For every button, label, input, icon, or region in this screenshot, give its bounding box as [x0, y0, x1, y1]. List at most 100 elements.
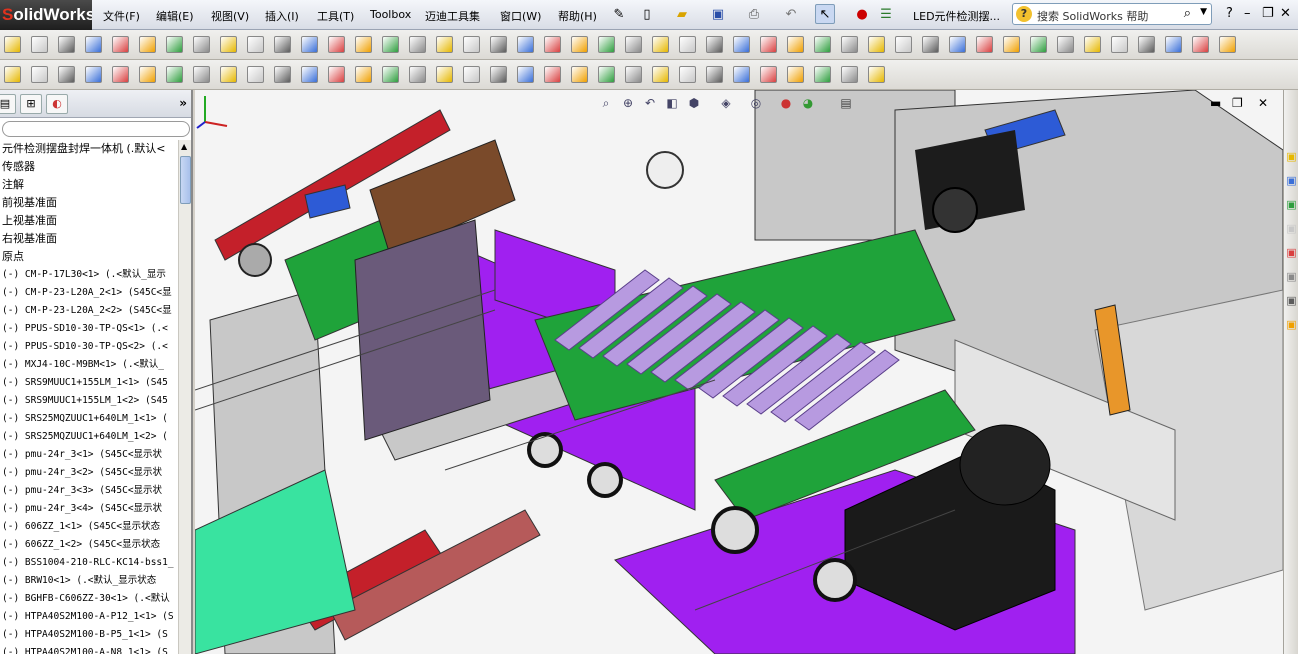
toolbar-command-icon[interactable] — [598, 36, 615, 53]
toolbar-command-icon[interactable] — [436, 36, 453, 53]
solidworks-logo[interactable]: SolidWorks — [0, 0, 92, 30]
toolbar-command-icon[interactable] — [1165, 36, 1182, 53]
toolbar-command-icon[interactable] — [544, 66, 561, 83]
toolbar-command-icon[interactable] — [733, 36, 750, 53]
toolbar-command-icon[interactable] — [112, 66, 129, 83]
toolbar-command-icon[interactable] — [112, 36, 129, 53]
tree-item[interactable]: (-) CM-P-23-L20A_2<1> (S45C<显 — [0, 284, 178, 302]
section-view-icon[interactable]: ◧ — [664, 95, 680, 111]
help-search-box[interactable]: ? 搜索 SolidWorks 帮助 ⌕ ▼ — [1012, 3, 1212, 25]
tree-item[interactable]: (-) HTPA40S2M100-A-P12_1<1> (S — [0, 608, 178, 626]
toolbar-command-icon[interactable] — [1138, 36, 1155, 53]
toolbar-command-icon[interactable] — [706, 36, 723, 53]
zoom-area-icon[interactable]: ⊕ — [620, 95, 636, 111]
toolbar-command-icon[interactable] — [247, 36, 264, 53]
toolbar-command-icon[interactable] — [868, 36, 885, 53]
tree-item[interactable]: 注解 — [0, 176, 178, 194]
minimize-icon[interactable]: – — [1244, 6, 1251, 21]
home-icon[interactable]: ▣ — [1284, 150, 1298, 168]
hide-show-icon[interactable]: ◎ — [748, 95, 764, 111]
toolbar-command-icon[interactable] — [1219, 36, 1236, 53]
toolbar-command-icon[interactable] — [949, 36, 966, 53]
close-icon[interactable]: ✕ — [1280, 6, 1291, 21]
tree-scrollbar[interactable]: ▲ — [178, 140, 191, 654]
toolbar-command-icon[interactable] — [787, 36, 804, 53]
tab-feature-tree[interactable]: ▤ — [0, 94, 16, 114]
toolbar-command-icon[interactable] — [436, 66, 453, 83]
toolbar-command-icon[interactable] — [4, 36, 21, 53]
toolbar-command-icon[interactable] — [625, 66, 642, 83]
menu-help[interactable]: 帮助(H) — [558, 8, 597, 24]
tree-item[interactable]: 传感器 — [0, 158, 178, 176]
tree-item[interactable]: (-) 606ZZ_1<1> (S45C<显示状态 — [0, 518, 178, 536]
scroll-thumb[interactable] — [180, 156, 191, 204]
menu-edit[interactable]: 编辑(E) — [156, 8, 194, 24]
select-icon[interactable]: ↖ — [815, 4, 835, 24]
pin-icon[interactable]: ✎ — [609, 4, 629, 24]
toolbar-command-icon[interactable] — [382, 36, 399, 53]
tree-item[interactable]: (-) CM-P-17L30<1> (.<默认_显示 — [0, 266, 178, 284]
toolbar-command-icon[interactable] — [652, 36, 669, 53]
open-icon[interactable]: ▰ — [672, 4, 692, 24]
toolbar-command-icon[interactable] — [166, 66, 183, 83]
toolbar-command-icon[interactable] — [193, 66, 210, 83]
tab-configuration[interactable]: ⊞ — [20, 94, 42, 114]
tree-item[interactable]: 前视基准面 — [0, 194, 178, 212]
new-icon[interactable]: ▯ — [637, 4, 657, 24]
appearances-icon[interactable]: ▣ — [1284, 270, 1298, 288]
toolbar-command-icon[interactable] — [571, 66, 588, 83]
options-icon[interactable]: ☰ — [876, 4, 896, 24]
toolbar-command-icon[interactable] — [544, 36, 561, 53]
file-explorer-icon[interactable]: ▣ — [1284, 222, 1298, 240]
tree-item[interactable]: (-) BGHFB-C606ZZ-30<1> (.<默认 — [0, 590, 178, 608]
toolbar-command-icon[interactable] — [706, 66, 723, 83]
view-palette-icon[interactable]: ▣ — [1284, 246, 1298, 264]
tree-item[interactable]: (-) CM-P-23-L20A_2<2> (S45C<显 — [0, 302, 178, 320]
toolbar-command-icon[interactable] — [490, 36, 507, 53]
appearance-icon[interactable]: ● — [778, 95, 794, 111]
toolbar-command-icon[interactable] — [301, 36, 318, 53]
resources-icon[interactable]: ▣ — [1284, 174, 1298, 192]
tree-item[interactable]: (-) PPUS-SD10-30-TP-QS<1> (.< — [0, 320, 178, 338]
toolbar-command-icon[interactable] — [274, 66, 291, 83]
tree-item[interactable]: (-) SRS25MQZUUC1+640LM_1<1> ( — [0, 410, 178, 428]
scene-icon[interactable]: ◕ — [800, 95, 816, 111]
zoom-to-fit-icon[interactable]: ⌕ — [598, 95, 614, 111]
toolbar-command-icon[interactable] — [679, 66, 696, 83]
toolbar-command-icon[interactable] — [490, 66, 507, 83]
toolbar-command-icon[interactable] — [220, 66, 237, 83]
toolbar-command-icon[interactable] — [1003, 36, 1020, 53]
toolbar-command-icon[interactable] — [814, 66, 831, 83]
toolbar-command-icon[interactable] — [1030, 36, 1047, 53]
tree-item[interactable]: 原点 — [0, 248, 178, 266]
print-icon[interactable]: ⎙ — [744, 4, 764, 24]
tree-filter-input[interactable] — [2, 121, 190, 137]
tree-item[interactable]: (-) MXJ4-10C-M9BM<1> (.<默认_ — [0, 356, 178, 374]
toolbar-command-icon[interactable] — [733, 66, 750, 83]
tree-item[interactable]: (-) HTPA40S2M100-B-P5_1<1> (S — [0, 626, 178, 644]
tree-item[interactable]: (-) pmu-24r_3<2> (S45C<显示状 — [0, 464, 178, 482]
tree-item[interactable]: (-) pmu-24r_3<4> (S45C<显示状 — [0, 500, 178, 518]
toolbar-command-icon[interactable] — [976, 36, 993, 53]
tree-item[interactable]: (-) HTPA40S2M100-A-N8_1<1> (S — [0, 644, 178, 654]
toolbar-command-icon[interactable] — [571, 36, 588, 53]
toolbar-command-icon[interactable] — [139, 36, 156, 53]
toolbar-command-icon[interactable] — [382, 66, 399, 83]
toolbar-command-icon[interactable] — [328, 36, 345, 53]
toolbar-command-icon[interactable] — [31, 36, 48, 53]
menu-maidi-tools[interactable]: 迈迪工具集 — [425, 8, 480, 24]
forum-icon[interactable]: ▣ — [1284, 318, 1298, 336]
chevron-down-icon[interactable]: ▼ — [1200, 7, 1207, 17]
question-icon[interactable]: ? — [1226, 6, 1233, 21]
toolbar-command-icon[interactable] — [679, 36, 696, 53]
custom-properties-icon[interactable]: ▣ — [1284, 294, 1298, 312]
menu-insert[interactable]: 插入(I) — [265, 8, 299, 24]
view-orientation-icon[interactable]: ⬢ — [686, 95, 702, 111]
menu-view[interactable]: 视图(V) — [211, 8, 249, 24]
restore-icon[interactable]: ❐ — [1262, 6, 1274, 21]
viewport-minimize-icon[interactable]: ▬ — [1210, 96, 1221, 110]
previous-view-icon[interactable]: ↶ — [642, 95, 658, 111]
toolbar-command-icon[interactable] — [760, 66, 777, 83]
tree-item[interactable]: (-) 606ZZ_1<2> (S45C<显示状态 — [0, 536, 178, 554]
tree-item[interactable]: (-) PPUS-SD10-30-TP-QS<2> (.< — [0, 338, 178, 356]
